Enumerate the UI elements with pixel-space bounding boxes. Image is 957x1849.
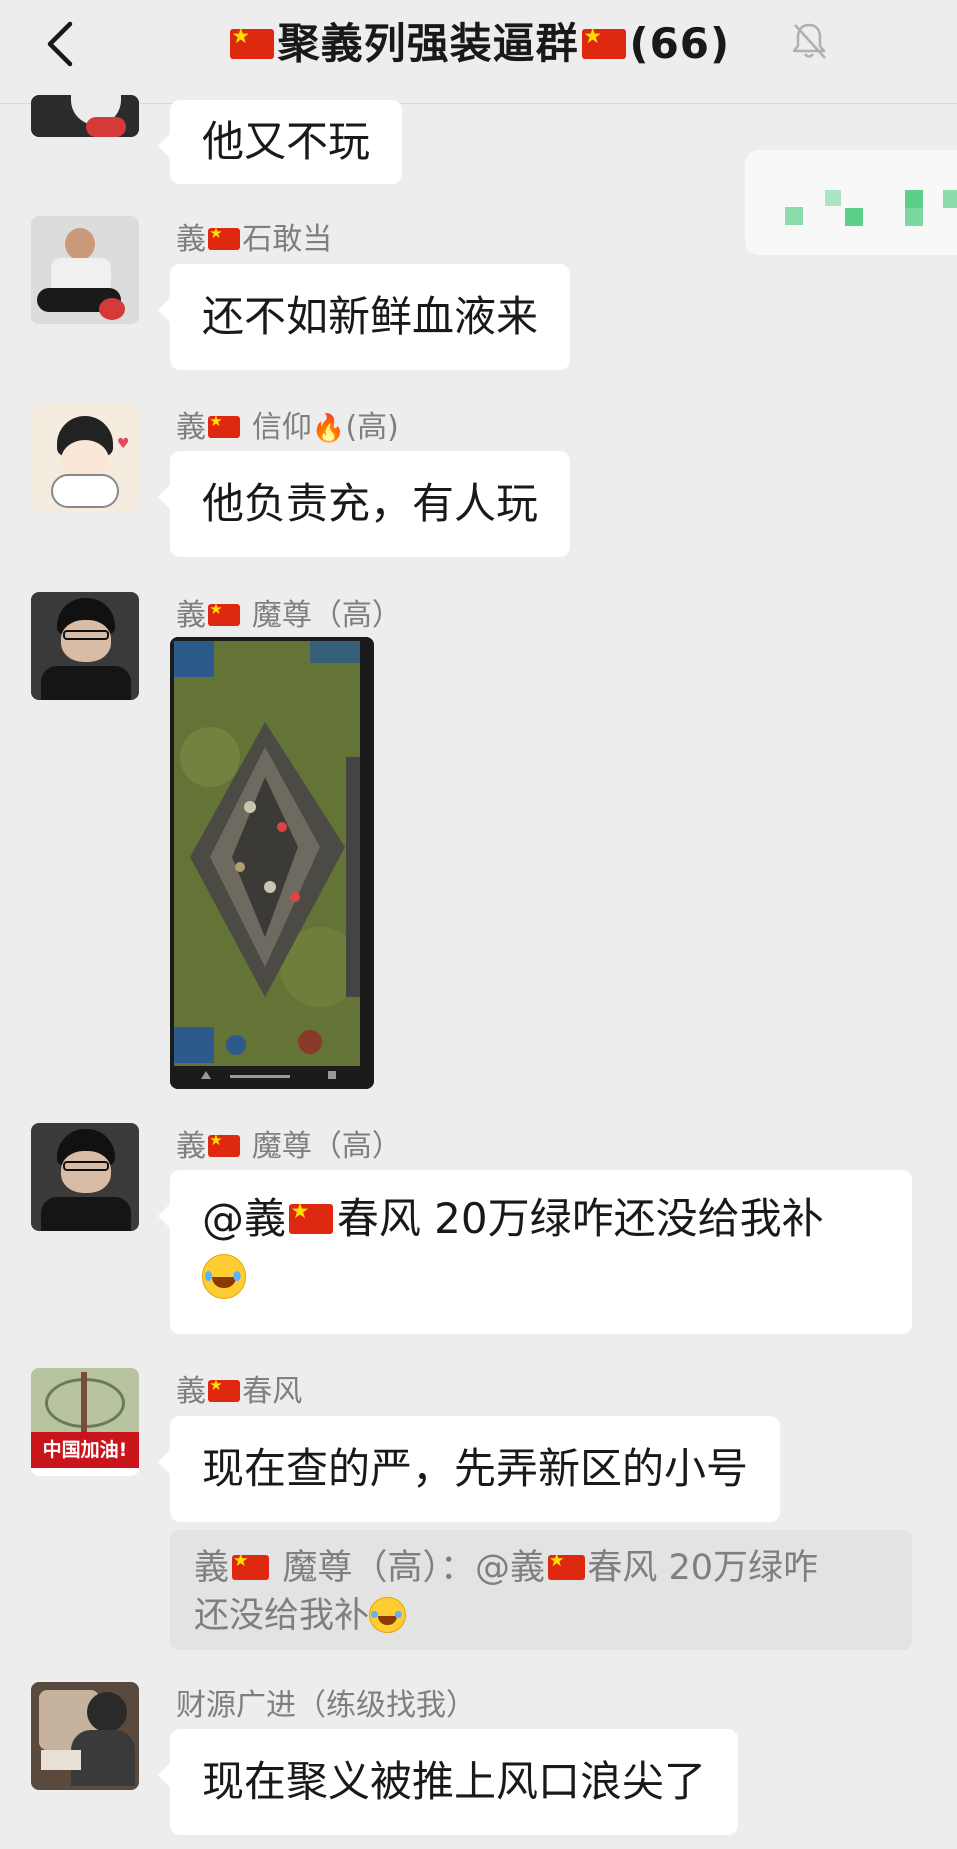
message-bubble[interactable]: 他又不玩 [157,100,403,184]
message-bubble[interactable]: 还不如新鲜血液来 [157,264,571,370]
message-bubble[interactable]: 现在聚义被推上风口浪尖了 [157,1729,739,1835]
message-text: 他又不玩 [202,117,371,166]
message-bubble[interactable]: @義春风 20万绿咋还没给我补 [158,1170,912,1334]
sender-name: 财源广进（练级找我） [176,1688,476,1723]
china-flag-icon [230,28,275,59]
china-flag-icon [208,604,240,626]
sender-name: 義 魔尊（高） [176,1127,402,1167]
avatar[interactable] [31,95,139,137]
avatar[interactable] [31,1682,139,1790]
china-flag-icon [208,1135,240,1157]
bell-muted-icon [792,23,826,59]
tears-of-joy-emoji-icon [202,1254,247,1299]
sender-name: 義 信仰🔥(高) [176,408,399,449]
china-flag-icon [547,1554,585,1580]
china-flag-icon [208,416,240,438]
message-text: 现在查的严，先弄新区的小号 [202,1444,749,1493]
fire-icon: 🔥 [311,413,346,444]
sender-name: 義春风 [176,1372,302,1412]
message-bubble[interactable]: 他负责充，有人玩 [157,451,571,557]
china-flag-icon [208,1380,240,1402]
avatar[interactable]: 中国加油! [31,1368,139,1476]
avatar[interactable] [31,216,139,324]
message-text: 他负责充，有人玩 [202,479,539,528]
avatar[interactable] [31,592,139,700]
message-text: 还不如新鲜血液来 [202,292,539,341]
avatar-badge-text: 中国加油! [31,1432,139,1468]
quoted-reply[interactable]: 義 魔尊（高）：@義春风 20万绿咋 还没给我补 [170,1530,912,1650]
member-count: (66) [629,19,731,68]
chat-header: 聚義列强装逼群 (66) [0,0,957,104]
message-text: @義春风 20万绿咋还没给我补 [202,1190,880,1248]
game-screenshot-image[interactable] [170,637,374,1089]
message-text: 现在聚义被推上风口浪尖了 [202,1757,707,1806]
group-name: 聚義列强装逼群 [277,19,579,68]
avatar[interactable] [31,1123,139,1231]
message-bubble[interactable]: 现在查的严，先弄新区的小号 [157,1416,781,1522]
avatar[interactable]: ♥ [31,404,139,512]
china-flag-icon [208,228,240,250]
redacted-bubble [745,150,957,255]
china-flag-icon [231,1554,269,1580]
china-flag-icon [581,28,627,59]
tears-of-joy-emoji-icon [369,1596,406,1634]
quote-text: 義 魔尊（高）：@義春风 20万绿咋 [194,1544,888,1592]
sender-name: 義石敢当 [176,220,332,260]
china-flag-icon [289,1203,334,1234]
sender-name: 義 魔尊（高） [176,596,402,636]
